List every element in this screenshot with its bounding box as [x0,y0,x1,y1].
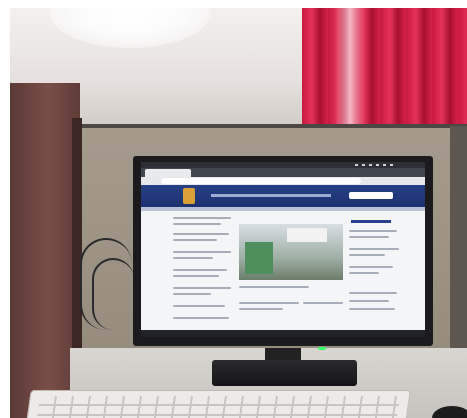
text-line [303,302,343,304]
text-line [173,223,221,225]
text-line [173,317,229,319]
site-nav-bar [141,207,425,211]
system-tray-icons [355,164,395,166]
text-line [173,239,217,241]
text-line [349,236,389,238]
caption-line [239,286,309,288]
text-line [173,233,229,235]
left-column [173,217,235,332]
taskbar [141,330,425,337]
text-line [349,292,397,294]
monitor-screen [141,162,425,337]
text-line [173,217,231,219]
address-bar [161,178,361,184]
keyboard-keys [35,396,400,418]
text-line [349,266,393,268]
photo-frame [0,0,467,418]
cubicle-right-edge [450,126,467,356]
site-title-text [211,194,331,197]
site-search-box [349,192,393,199]
text-line [349,248,399,250]
text-line [239,302,299,304]
text-line [173,287,231,289]
text-line [349,254,385,256]
text-line [173,293,211,295]
text-line [349,300,389,302]
text-line [349,230,397,232]
right-column [349,220,404,330]
text-line [239,308,283,310]
institute-logo [183,188,195,204]
text-line [173,305,225,307]
news-photo-banner [245,242,273,274]
power-led [318,347,326,350]
text-line [173,275,219,277]
text-line [349,308,395,310]
curtain-window-light [335,8,365,130]
office-photo [10,8,467,418]
text-line [349,272,379,274]
browser-tab [145,169,191,177]
text-line [173,257,213,259]
news-photo-projection [287,228,327,242]
keyboard [25,390,411,418]
monitor-stand-base [212,360,357,386]
text-line [173,251,231,253]
cable [92,258,134,330]
text-line [173,269,227,271]
red-curtain [302,8,467,130]
